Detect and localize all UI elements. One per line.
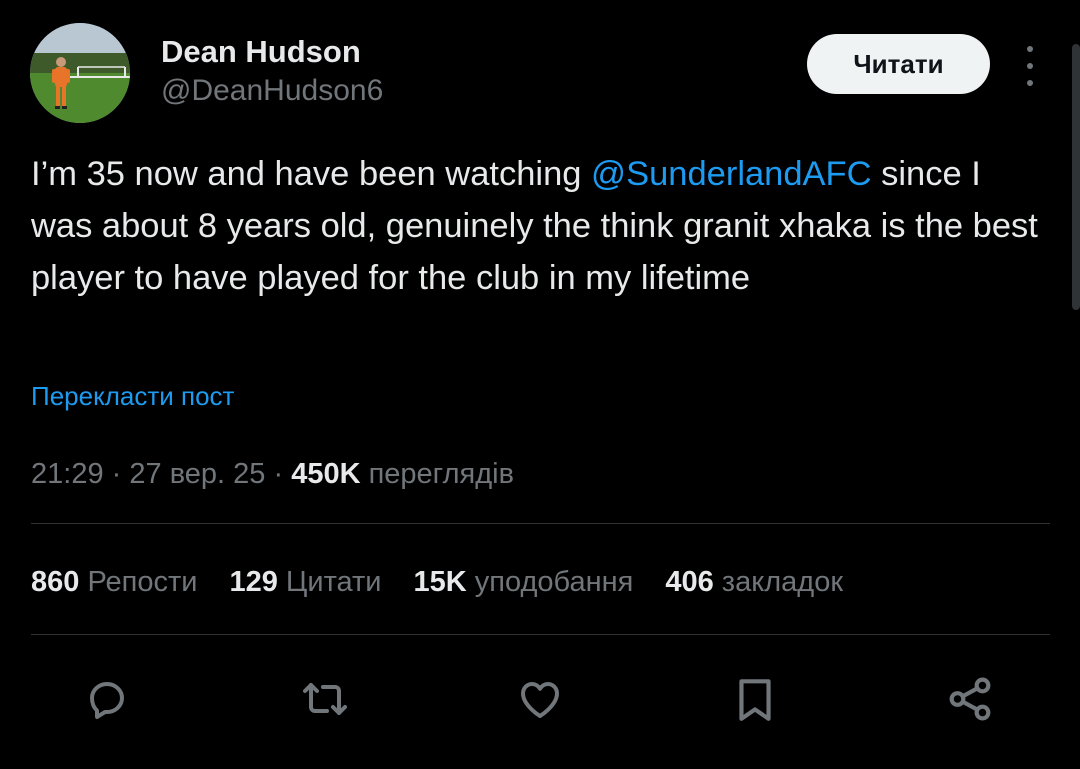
mention-link[interactable]: @SunderlandAFC [591,155,872,193]
share-button[interactable] [944,673,996,725]
tweet-text-before: I’m 35 now and have been watching [31,155,592,193]
bookmarks-label: закладок [721,566,844,598]
author-handle[interactable]: @DeanHudson6 [161,72,383,110]
tweet-text: I’m 35 now and have been watching @Sunde… [31,148,1051,304]
stat-reposts[interactable]: 860 Репости [31,562,197,602]
more-dot [1027,46,1033,52]
repost-button[interactable] [299,673,351,725]
likes-count: 15K [413,566,467,598]
divider [31,523,1050,524]
views-count[interactable]: 450K [291,458,360,490]
heart-icon [521,682,559,718]
more-dot [1027,80,1033,86]
reply-icon [90,682,124,719]
more-vertical-icon[interactable] [1016,46,1044,86]
translate-post-link[interactable]: Перекласти пост [31,378,234,414]
reposts-label: Репости [87,566,198,598]
tweet-date[interactable]: 27 вер. 25 [129,458,265,490]
more-dot [1027,63,1033,69]
meta-separator: · [273,458,284,490]
repost-icon [303,683,347,715]
bookmark-button[interactable] [729,673,781,725]
action-bar [0,665,1080,729]
tweet-meta: 21:29 · 27 вер. 25 · 450K переглядів [31,454,514,494]
share-icon [949,677,991,721]
engagement-stats: 860 Репости 129 Цитати 15K уподобання 40… [31,562,843,602]
stat-bookmarks[interactable]: 406 закладок [665,562,843,602]
follow-button[interactable]: Читати [807,34,990,94]
reply-button[interactable] [81,673,133,725]
bookmark-icon [739,679,771,721]
stat-quotes[interactable]: 129 Цитати [229,562,381,602]
bookmarks-count: 406 [665,566,714,598]
likes-label: уподобання [474,566,634,598]
stat-likes[interactable]: 15K уподобання [414,562,634,602]
divider [31,634,1050,635]
author-display-name[interactable]: Dean Hudson [161,33,361,71]
reposts-count: 860 [31,566,80,598]
meta-separator: · [111,458,122,490]
tweet-time[interactable]: 21:29 [31,458,104,490]
scrollbar[interactable] [1072,44,1080,310]
quotes-label: Цитати [285,566,382,598]
quotes-count: 129 [229,566,278,598]
avatar[interactable] [30,23,130,123]
like-button[interactable] [514,673,566,725]
views-label: переглядів [368,458,515,490]
